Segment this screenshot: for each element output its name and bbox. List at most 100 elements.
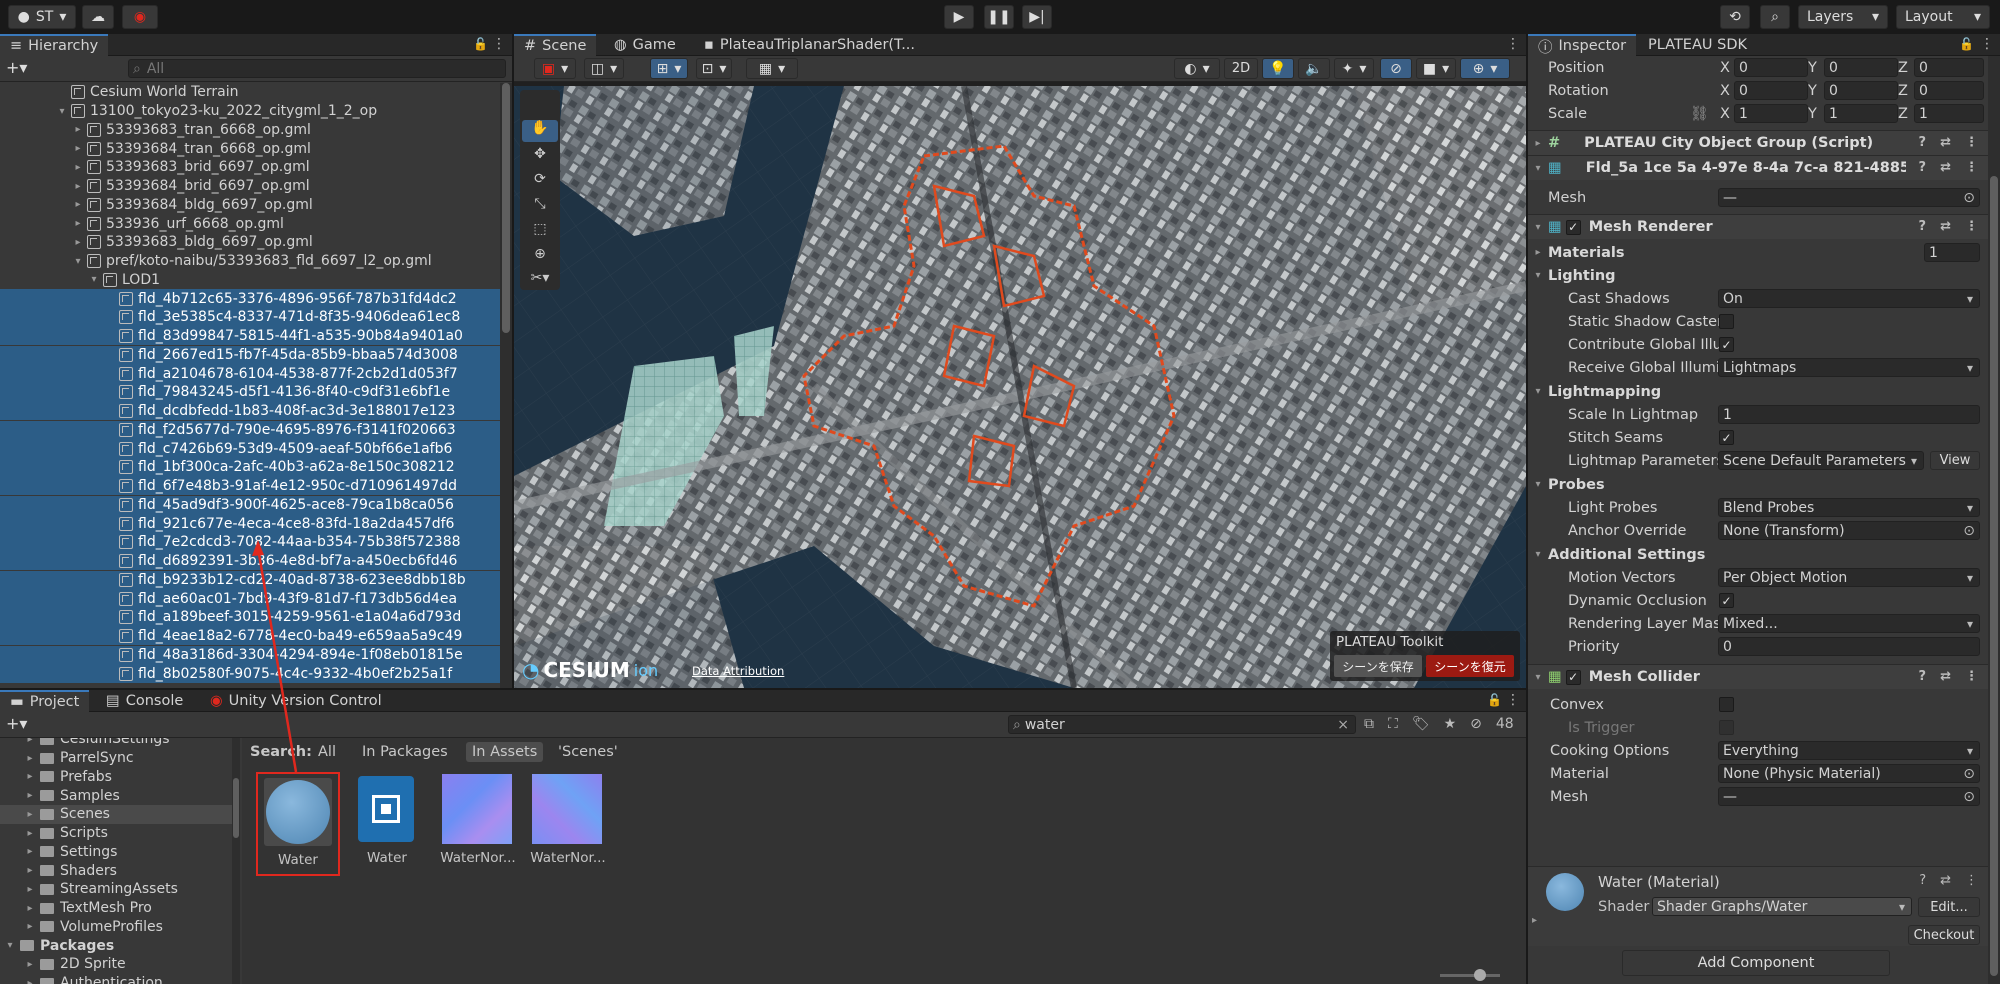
hierarchy-item[interactable]: ▸ 53393684_bldg_6697_op.gml: [0, 196, 500, 215]
tab-plateau-sdk[interactable]: PLATEAU SDK: [1638, 34, 1757, 56]
hierarchy-item[interactable]: ▸ 53393684_brid_6697_op.gml: [0, 177, 500, 196]
tool-handle-dropdown[interactable]: ▣ ▾: [534, 58, 576, 79]
camera-dropdown[interactable]: ■ ▾: [1416, 58, 1456, 79]
preset-icon[interactable]: ⇄: [1940, 135, 1951, 150]
hierarchy-item[interactable]: fld_8b02580f-9075-4c4c-9332-4b0ef2b25a1f: [0, 664, 500, 683]
chevron-right-icon[interactable]: ▸: [1532, 915, 1537, 926]
rendering-layer-dropdown[interactable]: Mixed...: [1718, 614, 1980, 633]
folder-item[interactable]: ▸ Samples: [0, 786, 232, 805]
tab-version-control[interactable]: ◉ Unity Version Control: [200, 690, 392, 712]
lightmapping-section[interactable]: ▾ Lightmapping: [1528, 380, 1988, 403]
chevron-right-icon[interactable]: ▸: [72, 124, 84, 135]
chevron-right-icon[interactable]: ▸: [24, 903, 36, 914]
chevron-right-icon[interactable]: ▸: [24, 884, 36, 895]
more-menu-icon[interactable]: ⋮: [1965, 135, 1978, 150]
gizmos-dropdown[interactable]: ⊕ ▾: [1460, 58, 1510, 79]
edit-shader-button[interactable]: Edit...: [1918, 897, 1980, 917]
hierarchy-item[interactable]: fld_dcdbfedd-1b83-408f-ac3d-3e188017e123: [0, 401, 500, 421]
chevron-right-icon[interactable]: ▸: [24, 753, 36, 764]
move-tool-icon[interactable]: ✥: [522, 146, 558, 168]
collider-mesh-field[interactable]: — ⊙: [1718, 787, 1980, 806]
audio-toggle[interactable]: 🔈: [1298, 58, 1330, 79]
hierarchy-item[interactable]: fld_45ad9df3-900f-4625-ace8-79ca1b8ca056: [0, 495, 500, 515]
stitch-seams-checkbox[interactable]: ✓: [1719, 430, 1734, 445]
folder-item[interactable]: ▸ Settings: [0, 843, 232, 862]
object-picker-icon[interactable]: ⊙: [1963, 789, 1975, 805]
chevron-down-icon[interactable]: ▾: [88, 274, 100, 285]
materials-count[interactable]: 1: [1924, 243, 1980, 262]
hierarchy-item[interactable]: ▸ 533936_urf_6668_op.gml: [0, 214, 500, 233]
snap-increment-dropdown[interactable]: ⊡ ▾: [696, 58, 732, 79]
chevron-right-icon[interactable]: ▸: [24, 790, 36, 801]
chevron-right-icon[interactable]: ▸: [72, 143, 84, 154]
hierarchy-item[interactable]: ▸ 53393683_bldg_6697_op.gml: [0, 233, 500, 252]
rotation-y[interactable]: 0: [1824, 81, 1898, 100]
checkout-button[interactable]: Checkout: [1908, 925, 1980, 945]
position-z[interactable]: 0: [1914, 58, 1984, 77]
custom-tool-icon[interactable]: ✂▾: [522, 270, 558, 290]
hierarchy-item[interactable]: Cesium World Terrain: [0, 83, 500, 102]
hierarchy-item[interactable]: fld_a189beef-3015-4259-9561-e1a04a6d793d: [0, 608, 500, 627]
view-button[interactable]: View: [1930, 451, 1980, 470]
chevron-right-icon[interactable]: ▸: [24, 846, 36, 857]
asset-water-shader[interactable]: Water: [350, 774, 424, 874]
clear-search-icon[interactable]: ×: [1337, 717, 1349, 733]
hierarchy-item[interactable]: fld_83d99847-5815-44f1-a535-90b84a9401a0: [0, 326, 500, 346]
pivot-dropdown[interactable]: ◫ ▾: [584, 58, 624, 79]
folder-item[interactable]: ▸ TextMesh Pro: [0, 899, 232, 918]
enabled-checkbox[interactable]: ✓: [1565, 669, 1581, 685]
hierarchy-item[interactable]: fld_3e5385c4-8337-471d-8f35-9406dea61ec8: [0, 308, 500, 327]
cast-shadows-dropdown[interactable]: On: [1718, 289, 1980, 308]
folder-item[interactable]: ▸ CesiumSettings: [0, 738, 232, 749]
restore-scene-button[interactable]: シーンを復元: [1426, 655, 1514, 677]
physic-material-field[interactable]: None (Physic Material) ⊙: [1718, 764, 1980, 783]
more-menu-icon[interactable]: ⋮: [1980, 36, 1994, 52]
help-icon[interactable]: ?: [1919, 160, 1927, 175]
mesh-field[interactable]: — ⊙: [1718, 188, 1980, 207]
help-icon[interactable]: ?: [1919, 135, 1927, 150]
tab-console[interactable]: ▤ Console: [96, 690, 193, 712]
grid-snap-dropdown[interactable]: ⊞ ▾: [650, 58, 688, 79]
position-x[interactable]: 0: [1734, 58, 1808, 77]
folder-item[interactable]: ▸ Scenes: [0, 805, 232, 824]
asset-water-normal-1[interactable]: WaterNor...: [436, 774, 516, 874]
preset-icon[interactable]: ⇄: [1940, 219, 1951, 234]
hierarchy-item[interactable]: ▾ pref/koto-naibu/53393683_fld_6697_l2_op…: [0, 252, 500, 271]
mesh-renderer-header[interactable]: ▾ ▦ ✓ Mesh Renderer ? ⇄ ⋮: [1528, 214, 1988, 239]
save-scene-button[interactable]: シーンを保存: [1334, 655, 1422, 677]
inspector-scrollbar[interactable]: [1988, 56, 2000, 984]
lighting-toggle[interactable]: 💡: [1262, 58, 1294, 79]
hierarchy-item[interactable]: fld_4eae18a2-6778-4ec0-ba49-e659aa5a9c49: [0, 626, 500, 646]
dynamic-occlusion-checkbox[interactable]: ✓: [1719, 593, 1734, 608]
hierarchy-item[interactable]: fld_7e2cdcd3-7082-44aa-b354-75b38f572388: [0, 533, 500, 552]
more-menu-icon[interactable]: ⋮: [1965, 219, 1978, 234]
label-icon[interactable]: 🏷: [1412, 716, 1430, 732]
chevron-right-icon[interactable]: ▸: [24, 978, 36, 984]
hierarchy-item[interactable]: fld_79843245-d5f1-4136-8f40-c9df31e6bf1e: [0, 383, 500, 402]
mesh-collider-header[interactable]: ▾ ▦ ✓ Mesh Collider ? ⇄ ⋮: [1528, 664, 1988, 689]
shader-dropdown[interactable]: Shader Graphs/Water: [1652, 897, 1912, 916]
hierarchy-item[interactable]: ▸ 53393684_tran_6668_op.gml: [0, 139, 500, 158]
link-icon[interactable]: ⛓: [1690, 105, 1708, 122]
rotate-tool-icon[interactable]: ⟳: [522, 171, 558, 193]
hierarchy-item[interactable]: fld_a2104678-6104-4538-877f-2cb2d1d053f7: [0, 364, 500, 383]
folder-item[interactable]: ▸ Prefabs: [0, 768, 232, 787]
chevron-right-icon[interactable]: ▸: [24, 809, 36, 820]
hierarchy-item[interactable]: fld_6f7e48b3-91af-4e12-950c-d710961497dd: [0, 476, 500, 496]
preset-icon[interactable]: ⇄: [1940, 160, 1951, 175]
account-dropdown[interactable]: ● ST ▾: [8, 5, 76, 29]
chevron-right-icon[interactable]: ▸: [24, 865, 36, 876]
hierarchy-item[interactable]: ▸ 53393683_tran_6668_op.gml: [0, 121, 500, 140]
draw-mode-dropdown[interactable]: ◐ ▾: [1174, 58, 1220, 79]
folder-item[interactable]: ▸ ParrelSync: [0, 749, 232, 768]
chevron-right-icon[interactable]: ▸: [24, 921, 36, 932]
scope-all[interactable]: All: [312, 742, 342, 762]
hand-tool-icon[interactable]: ✋: [522, 120, 558, 142]
preset-icon[interactable]: ⇄: [1940, 669, 1951, 684]
filter-icon[interactable]: ⛶: [1388, 716, 1398, 732]
scene-viewport[interactable]: ✋ ✥ ⟳ ⤡ ⬚ ⊕ ✂▾ PLATEAU Toolkit シーンを保存 シー…: [514, 86, 1526, 688]
search-button[interactable]: ⌕: [1760, 5, 1790, 29]
materials-row[interactable]: ▸ Materials 1: [1528, 241, 1988, 264]
scope-in-packages[interactable]: In Packages: [356, 742, 454, 762]
receive-gi-dropdown[interactable]: Lightmaps: [1718, 358, 1980, 377]
